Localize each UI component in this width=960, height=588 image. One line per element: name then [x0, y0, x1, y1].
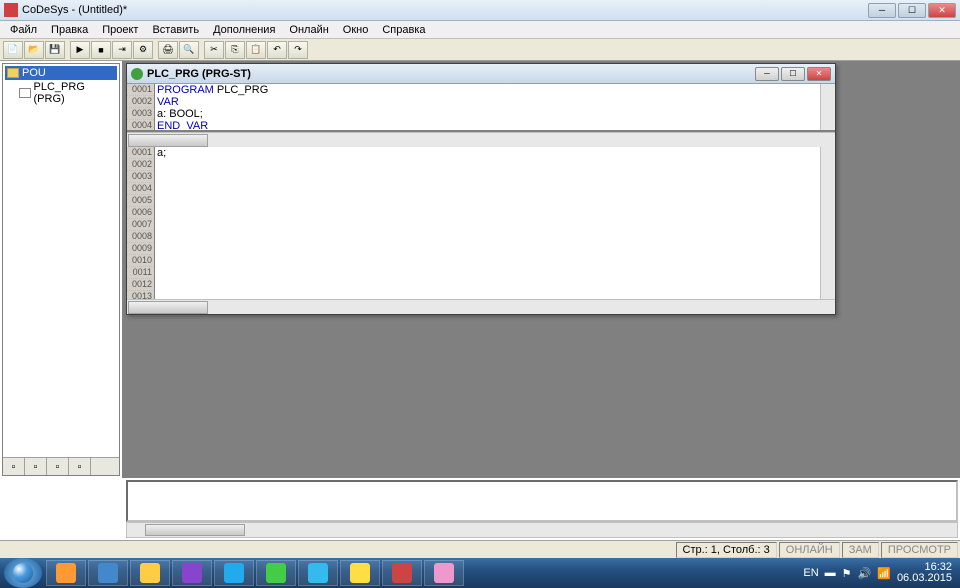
toolbar: 📄 📂 💾 ▶ ■ ⇥ ⚙ 🖨 🔍 ✂ ⎘ 📋 ↶ ↷	[0, 39, 960, 61]
scroll-thumb[interactable]	[128, 134, 208, 147]
message-scroll[interactable]	[126, 522, 958, 538]
tool-paste[interactable]: 📋	[246, 41, 266, 59]
task-item[interactable]	[256, 560, 296, 586]
scroll-thumb[interactable]	[145, 524, 245, 536]
editor-maximize[interactable]: ☐	[781, 67, 805, 81]
status-position: Стр.: 1, Столб.: 3	[676, 542, 777, 558]
editor-title: PLC_PRG (PRG-ST)	[147, 68, 755, 80]
tool-new[interactable]: 📄	[3, 41, 23, 59]
minimize-button[interactable]: ─	[868, 3, 896, 18]
tree-root[interactable]: POU	[5, 66, 117, 80]
decl-code[interactable]: PROGRAM PLC_PRGVAR a: BOOL;END_VAR	[155, 84, 820, 130]
body-gutter: 0001000200030004000500060007000800090010…	[127, 147, 155, 299]
tool-find[interactable]: 🔍	[179, 41, 199, 59]
taskbar: EN ▬ ⚑ 🔊 📶 16:32 06.03.2015	[0, 558, 960, 588]
action-center-icon[interactable]: ⚑	[842, 567, 852, 580]
menu-extras[interactable]: Дополнения	[207, 22, 281, 38]
menu-insert[interactable]: Вставить	[146, 22, 205, 38]
task-item[interactable]	[172, 560, 212, 586]
app-icon	[4, 3, 18, 17]
system-tray[interactable]: EN ▬ ⚑ 🔊 📶 16:32 06.03.2015	[795, 562, 960, 584]
body-code[interactable]: a;	[155, 147, 820, 299]
tool-save[interactable]: 💾	[45, 41, 65, 59]
menu-bar: Файл Правка Проект Вставить Дополнения О…	[0, 21, 960, 39]
status-view: ПРОСМОТР	[881, 542, 958, 558]
window-controls: ─ ☐ ✕	[868, 3, 956, 18]
menu-window[interactable]: Окно	[337, 22, 375, 38]
message-panel[interactable]	[126, 480, 958, 522]
task-item[interactable]	[130, 560, 170, 586]
folder-icon	[7, 68, 19, 78]
main-area: POU PLC_PRG (PRG) ▫ ▫ ▫ ▫ PLC_PRG (PRG-S…	[0, 61, 960, 478]
tool-run[interactable]: ▶	[70, 41, 90, 59]
declaration-pane[interactable]: 0001000200030004 PROGRAM PLC_PRGVAR a: B…	[127, 84, 835, 132]
file-icon	[19, 88, 31, 98]
tray-time: 16:32	[897, 562, 952, 573]
editor-titlebar[interactable]: PLC_PRG (PRG-ST) ─ ☐ ✕	[127, 64, 835, 84]
network-icon[interactable]: 📶	[877, 567, 891, 580]
window-title: CoDeSys - (Untitled)*	[22, 4, 868, 16]
window-titlebar: CoDeSys - (Untitled)* ─ ☐ ✕	[0, 0, 960, 21]
tray-lang[interactable]: EN	[803, 567, 818, 579]
close-button[interactable]: ✕	[928, 3, 956, 18]
decl-scroll-v[interactable]	[820, 84, 835, 130]
tree-child-label: PLC_PRG (PRG)	[34, 81, 115, 105]
menu-edit[interactable]: Правка	[45, 22, 94, 38]
workspace: PLC_PRG (PRG-ST) ─ ☐ ✕ 0001000200030004 …	[122, 61, 960, 478]
status-overwrite: ЗАМ	[842, 542, 879, 558]
body-scroll-h[interactable]	[127, 299, 835, 314]
decl-scroll-h[interactable]	[127, 132, 835, 147]
sidebar-tab-1[interactable]: ▫	[3, 458, 25, 475]
tray-clock[interactable]: 16:32 06.03.2015	[897, 562, 952, 584]
tool-print[interactable]: 🖨	[158, 41, 178, 59]
windows-orb-icon	[13, 563, 33, 583]
body-scroll-v[interactable]	[820, 147, 835, 299]
sidebar: POU PLC_PRG (PRG) ▫ ▫ ▫ ▫	[2, 63, 120, 476]
sidebar-tabs: ▫ ▫ ▫ ▫	[3, 457, 119, 475]
editor-icon	[131, 68, 143, 80]
flag-icon[interactable]: ▬	[825, 567, 836, 579]
start-button[interactable]	[4, 558, 42, 588]
menu-file[interactable]: Файл	[4, 22, 43, 38]
tool-stop[interactable]: ■	[91, 41, 111, 59]
tray-date: 06.03.2015	[897, 573, 952, 584]
body-pane[interactable]: 0001000200030004000500060007000800090010…	[127, 147, 835, 299]
sidebar-tab-3[interactable]: ▫	[47, 458, 69, 475]
tool-build[interactable]: ⚙	[133, 41, 153, 59]
maximize-button[interactable]: ☐	[898, 3, 926, 18]
tool-undo[interactable]: ↶	[267, 41, 287, 59]
decl-gutter: 0001000200030004	[127, 84, 155, 130]
task-item[interactable]	[88, 560, 128, 586]
status-online: ОНЛАЙН	[779, 542, 840, 558]
menu-help[interactable]: Справка	[376, 22, 431, 38]
task-item[interactable]	[424, 560, 464, 586]
task-item[interactable]	[298, 560, 338, 586]
scroll-thumb[interactable]	[128, 301, 208, 314]
sidebar-tab-2[interactable]: ▫	[25, 458, 47, 475]
editor-window: PLC_PRG (PRG-ST) ─ ☐ ✕ 0001000200030004 …	[126, 63, 836, 315]
tool-redo[interactable]: ↷	[288, 41, 308, 59]
sidebar-tab-4[interactable]: ▫	[69, 458, 91, 475]
task-items	[46, 560, 466, 586]
menu-online[interactable]: Онлайн	[283, 22, 334, 38]
menu-project[interactable]: Проект	[96, 22, 144, 38]
task-item[interactable]	[46, 560, 86, 586]
task-item[interactable]	[214, 560, 254, 586]
editor-close[interactable]: ✕	[807, 67, 831, 81]
tool-step[interactable]: ⇥	[112, 41, 132, 59]
tool-copy[interactable]: ⎘	[225, 41, 245, 59]
project-tree[interactable]: POU PLC_PRG (PRG)	[3, 64, 119, 457]
task-item[interactable]	[340, 560, 380, 586]
status-bar: Стр.: 1, Столб.: 3 ОНЛАЙН ЗАМ ПРОСМОТР	[0, 540, 960, 558]
task-item[interactable]	[382, 560, 422, 586]
tree-root-label: POU	[22, 67, 46, 79]
editor-minimize[interactable]: ─	[755, 67, 779, 81]
tool-open[interactable]: 📂	[24, 41, 44, 59]
tool-cut[interactable]: ✂	[204, 41, 224, 59]
volume-icon[interactable]: 🔊	[858, 567, 872, 580]
code-pane: 0001000200030004 PROGRAM PLC_PRGVAR a: B…	[127, 84, 835, 314]
tree-child[interactable]: PLC_PRG (PRG)	[5, 80, 117, 106]
